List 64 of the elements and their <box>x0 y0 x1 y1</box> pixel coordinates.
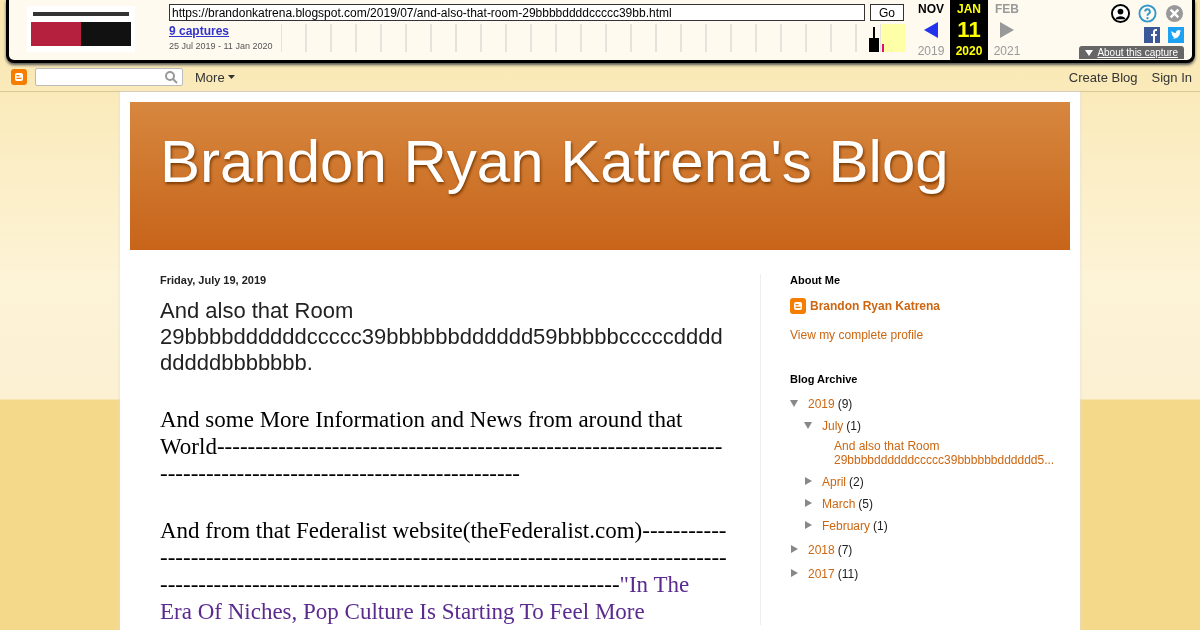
article-link[interactable]: Era Of Niches, Pop Culture Is Starting To Feel More <box>160 599 645 624</box>
post-count: (7) <box>837 543 853 557</box>
twitter-icon[interactable] <box>1168 27 1184 43</box>
year-label: 2021 <box>993 44 1021 58</box>
archive-post-link[interactable]: And also that Room 29bbbbddddddccccc39bbbbbbdddddd5... <box>804 439 1054 467</box>
section-heading: About Me <box>790 274 842 286</box>
blog-title[interactable]: Brandon Ryan Katrena's Blog <box>160 127 949 196</box>
navbar-link[interactable]: Sign In <box>1151 69 1192 85</box>
expand-toggle-icon[interactable] <box>790 569 798 577</box>
current-month-cell[interactable]: JAN 11 2020 <box>950 0 988 60</box>
collapse-toggle-icon[interactable] <box>804 421 812 429</box>
year-label: 2019 <box>917 44 945 58</box>
url-field[interactable]: https://brandonkatrena.blogspot.com/2019/07/and-also-that-room-29bbbbddddccccc39bb.html <box>169 4 865 21</box>
go-button[interactable]: Go <box>870 4 904 21</box>
captures-link[interactable]: 9 captures <box>169 24 281 38</box>
month-label: JAN <box>957 2 981 16</box>
year-label: 2020 <box>955 44 983 58</box>
post-count: (1) <box>873 519 888 533</box>
help-icon[interactable] <box>1138 4 1157 23</box>
archive-link[interactable]: March <box>822 497 856 511</box>
expand-toggle-icon[interactable] <box>790 545 798 553</box>
post-paragraph: And from that Federalist website(theFederalist.com)-------------------------------------------------------------------------------------------------------------------------------------------------"In The Era Of Niches, Pop Culture Is Starting To Feel More <box>160 517 728 625</box>
user-icon[interactable] <box>1111 4 1130 23</box>
archive-link[interactable]: 2019 <box>808 397 835 411</box>
more-menu[interactable]: More <box>195 69 235 85</box>
post-count: (5) <box>858 497 873 511</box>
day-number: 11 <box>957 19 981 41</box>
post-count: (2) <box>849 475 864 489</box>
month-label: FEB <box>995 2 1019 16</box>
profile-name-link[interactable]: Brandon Ryan Katrena <box>810 299 941 313</box>
expand-toggle-icon[interactable] <box>804 499 812 507</box>
blogger-profile-icon <box>790 298 806 314</box>
month-cell[interactable]: NOV 2019 <box>912 0 950 60</box>
post-date: Friday, July 19, 2019 <box>160 274 268 286</box>
section-heading: Blog Archive <box>790 373 859 385</box>
post-title: And also that Room 29bbbbddddddccccc39bbbbbbdddddd59bbbbbcccccdddddddddbbbbbbb. <box>160 298 724 376</box>
next-arrow-icon[interactable] <box>1000 22 1014 38</box>
post-count: (9) <box>837 397 853 411</box>
capture-range: 25 Jul 2019 - 11 Jan 2020 <box>169 41 274 51</box>
month-cell[interactable]: FEB 2021 <box>988 0 1026 60</box>
collapse-toggle-icon[interactable] <box>790 399 798 407</box>
article-link[interactable]: "In The <box>619 572 690 597</box>
month-label: NOV <box>918 2 944 16</box>
expand-toggle-icon[interactable] <box>804 521 812 529</box>
search-field[interactable] <box>35 68 183 86</box>
facebook-icon[interactable] <box>1144 27 1160 43</box>
caret-icon <box>227 75 235 79</box>
search-icon[interactable] <box>165 70 178 84</box>
archive-link[interactable]: 2018 <box>808 543 835 557</box>
profile-link[interactable]: View my complete profile <box>790 328 924 342</box>
post-count: (1) <box>846 419 861 433</box>
blogger-logo-icon <box>11 69 27 85</box>
post-count: (11) <box>837 567 859 581</box>
archive-link[interactable]: July <box>822 419 844 433</box>
archive-link[interactable]: February <box>822 519 871 533</box>
post-paragraph: And some More Information and News from around that World----------------------------------------------------------------------------------------------------------------- <box>160 406 724 487</box>
caret-icon <box>1085 50 1094 56</box>
expand-toggle-icon[interactable] <box>804 477 812 485</box>
archive-link[interactable]: 2017 <box>808 567 835 581</box>
archive-link[interactable]: April <box>822 475 846 489</box>
about-capture-link[interactable]: About this capture <box>1079 46 1184 59</box>
navbar-link[interactable]: Create Blog <box>1068 69 1138 85</box>
previous-arrow-icon[interactable] <box>924 22 938 38</box>
close-icon[interactable] <box>1165 4 1184 23</box>
